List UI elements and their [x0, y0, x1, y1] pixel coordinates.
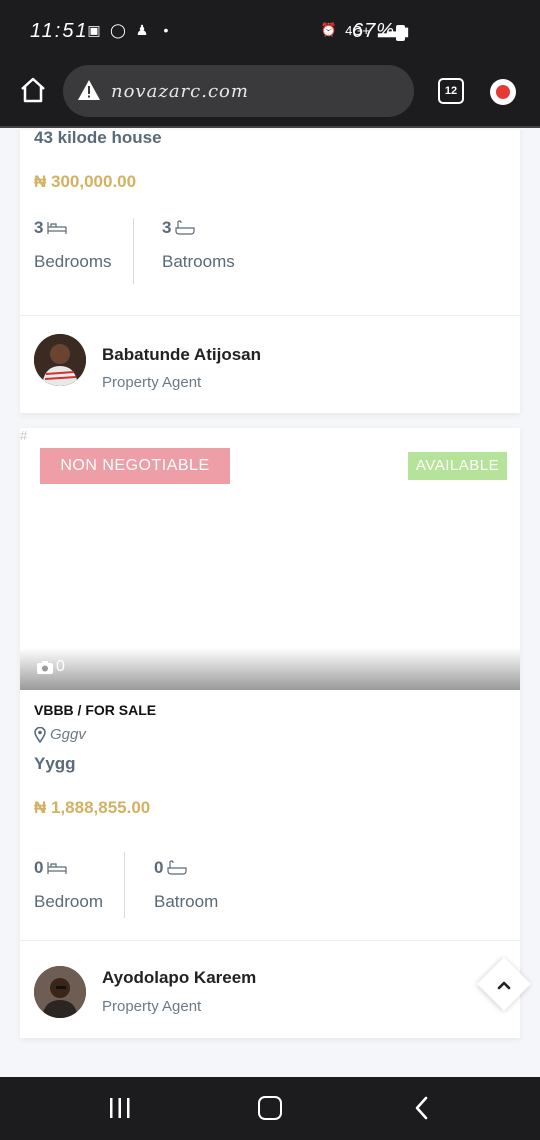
property-title[interactable]: Yygg [34, 754, 76, 774]
more-dot-icon: • [163, 22, 169, 38]
property-card[interactable]: 43 kilode house ₦ 300,000.00 3 Bedrooms … [20, 130, 520, 413]
agent-name[interactable]: Ayodolapo Kareem [102, 968, 256, 988]
property-image[interactable]: # NON NEGOTIABLE AVAILABLE 0 [20, 428, 520, 690]
bedrooms-count: 3 [34, 218, 44, 237]
bathtub-icon [167, 860, 188, 875]
bathrooms-feature: 3 Batrooms [162, 218, 235, 272]
feature-divider [133, 218, 134, 284]
agent-photo [34, 334, 86, 386]
gallery-icon: ▣ [87, 22, 101, 38]
home-icon [21, 77, 45, 103]
browser-toolbar: novazarc.com 12 [0, 62, 540, 128]
battery-level: 67% [352, 20, 396, 42]
agent-name[interactable]: Babatunde Atijosan [102, 345, 261, 365]
home-nav-icon[interactable] [258, 1096, 282, 1120]
photo-count-value: 0 [56, 658, 65, 675]
chevron-up-icon [497, 981, 511, 990]
bedrooms-feature: 0 Bedroom [34, 858, 103, 912]
snapchat-icon: ♟ [135, 22, 149, 38]
bed-icon [47, 862, 68, 874]
battery-icon [396, 25, 405, 41]
map-pin-icon [34, 726, 46, 743]
agent-role: Property Agent [102, 998, 202, 1015]
status-time: 11:51 [30, 20, 89, 42]
bedrooms-label: Bedrooms [34, 252, 112, 271]
feature-divider [124, 852, 125, 918]
url-text: novazarc.com [111, 81, 249, 102]
alarm-icon: ⏰ [320, 22, 338, 37]
property-card[interactable]: # NON NEGOTIABLE AVAILABLE 0 VBBB / FOR … [20, 428, 520, 1038]
bathrooms-count: 0 [154, 858, 164, 877]
system-nav-bar [0, 1077, 540, 1140]
bathrooms-label: Batroom [154, 892, 219, 911]
home-button[interactable] [18, 75, 48, 105]
property-price: ₦ 300,000.00 [34, 172, 137, 191]
camera-icon [37, 660, 53, 674]
whatsapp-icon: ◯ [110, 22, 126, 38]
property-title[interactable]: 43 kilode house [34, 130, 162, 148]
bathrooms-feature: 0 Batroom [154, 858, 218, 912]
bedrooms-count: 0 [34, 858, 44, 877]
bathrooms-count: 3 [162, 218, 172, 237]
bathtub-icon [175, 220, 196, 235]
recent-apps-icon[interactable] [108, 1097, 132, 1119]
available-badge: AVAILABLE [408, 452, 507, 480]
property-location: Gggv [34, 726, 86, 743]
property-type: VBBB / FOR SALE [34, 702, 157, 718]
agent-photo [34, 966, 86, 1018]
bed-icon [47, 222, 68, 234]
bedrooms-label: Bedroom [34, 892, 103, 911]
update-icon[interactable] [490, 79, 516, 105]
bedrooms-feature: 3 Bedrooms [34, 218, 111, 272]
warning-icon [78, 80, 100, 100]
notification-icons: ▣ ◯ ♟ • [86, 22, 174, 38]
card-separator [20, 940, 520, 941]
broken-image-icon: # [20, 428, 28, 443]
status-bar: 11:51 ▣ ◯ ♟ • ⏰ 4G+ ▂▃▅ 67% [0, 0, 540, 62]
image-overlay [20, 648, 520, 690]
agent-avatar[interactable] [34, 334, 86, 386]
property-price: ₦ 1,888,855.00 [34, 798, 151, 817]
tabs-button[interactable]: 12 [438, 78, 464, 104]
bathrooms-label: Batrooms [162, 252, 235, 271]
agent-role: Property Agent [102, 374, 202, 391]
non-negotiable-badge: NON NEGOTIABLE [40, 448, 230, 484]
page-content: 43 kilode house ₦ 300,000.00 3 Bedrooms … [0, 130, 540, 1077]
address-bar[interactable]: novazarc.com [63, 65, 414, 117]
agent-avatar[interactable] [34, 966, 86, 1018]
card-separator [20, 315, 520, 316]
location-text: Gggv [50, 726, 86, 743]
back-icon[interactable] [412, 1096, 432, 1120]
photo-count[interactable]: 0 [36, 658, 65, 676]
